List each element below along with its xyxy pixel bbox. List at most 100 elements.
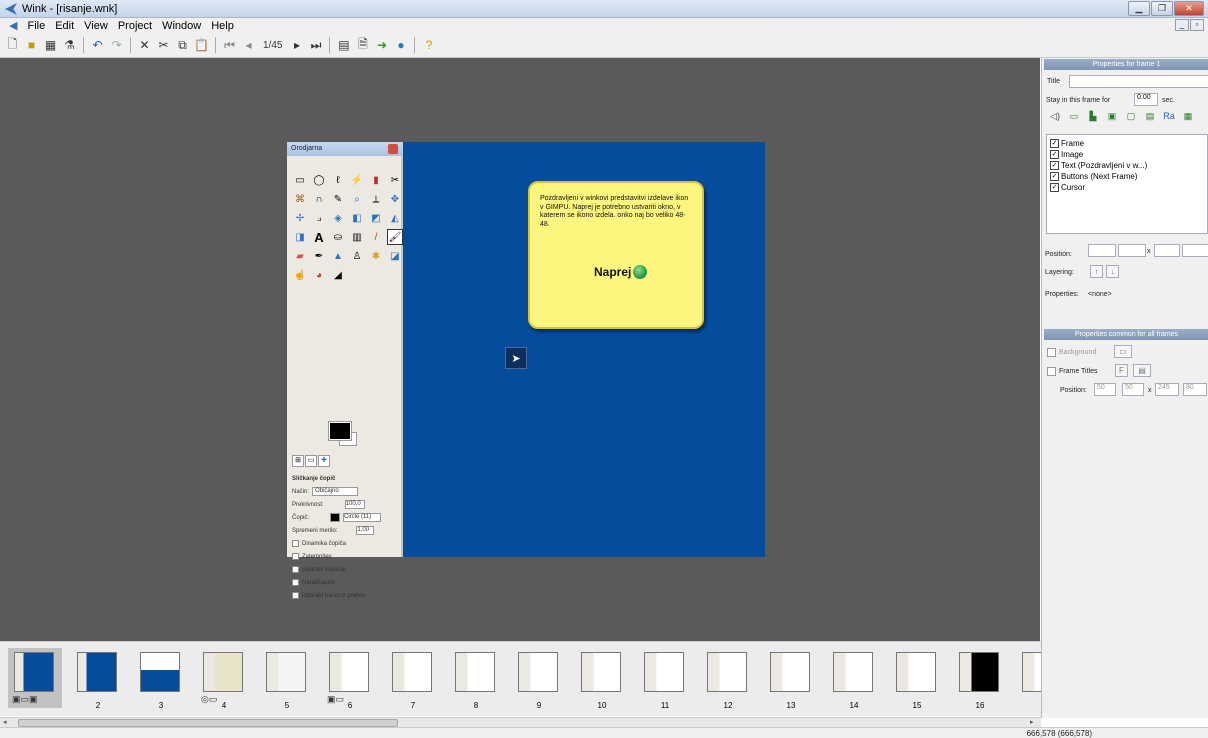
frame-thumbnail-9[interactable]: 9 <box>512 648 566 710</box>
last-frame-icon[interactable]: ⏭ <box>307 37 324 54</box>
document-icon-menu[interactable]: ◀ <box>4 19 22 32</box>
mdi-minimize-button[interactable]: _ <box>1175 19 1189 31</box>
thumbnail-image <box>770 652 810 692</box>
frame-thumbnail-8[interactable]: 8 <box>449 648 503 710</box>
frame-thumbnail-6[interactable]: ▣▭ 6 <box>323 648 377 710</box>
height-input[interactable] <box>1182 244 1208 257</box>
layer-down-button[interactable]: ↓ <box>1106 265 1119 278</box>
brush-label: Čopič: <box>292 514 310 521</box>
font-button[interactable]: F <box>1115 364 1128 377</box>
toolbar-divider <box>329 37 331 53</box>
frame-thumbnail-5[interactable]: 5 <box>260 648 314 710</box>
mode-field: Običajno <box>312 487 359 496</box>
delete-icon[interactable]: ✕ <box>136 37 153 54</box>
common-pos-y-input[interactable]: 50 <box>1122 383 1144 396</box>
redo-icon[interactable]: ↷ <box>108 37 125 54</box>
zoom-icon: ⌕ <box>354 193 360 205</box>
frame-list-icon[interactable]: ▤ <box>335 37 352 54</box>
add-link-icon[interactable]: Ra <box>1162 110 1176 122</box>
airbrush-icon: ✒ <box>314 250 324 262</box>
add-text-box-icon[interactable]: ▭ <box>1067 110 1081 122</box>
width-input[interactable] <box>1154 244 1180 257</box>
frame-titles-checkbox[interactable] <box>1047 367 1056 376</box>
next-frame-button[interactable]: Naprej <box>594 265 648 279</box>
text-callout-box[interactable]: Pozdravljeni v winkovi predstavitvi izde… <box>528 181 704 329</box>
common-width-input[interactable]: 245 <box>1155 383 1179 396</box>
scroll-right-icon[interactable]: ▸ <box>1030 718 1034 726</box>
scroll-left-icon[interactable]: ◂ <box>3 718 7 726</box>
first-frame-icon[interactable]: ⏮ <box>221 37 238 54</box>
common-pos-x-input[interactable]: 50 <box>1094 383 1116 396</box>
maximize-button[interactable]: ❐ <box>1151 1 1173 16</box>
background-image-button[interactable]: ▭ <box>1114 345 1132 358</box>
add-button-icon[interactable]: ▣ <box>1105 110 1119 122</box>
frame-thumbnail-4[interactable]: ◎▭ 4 <box>197 648 251 710</box>
list-item[interactable]: ✓ Cursor <box>1047 182 1207 193</box>
scrollbar-thumb[interactable] <box>18 719 398 727</box>
common-height-input[interactable]: 80 <box>1183 383 1207 396</box>
layer-checkbox[interactable]: ✓ <box>1050 161 1059 170</box>
frame-thumbnail-12[interactable]: 12 <box>701 648 755 710</box>
frame-title-input[interactable] <box>1069 75 1208 88</box>
frame-thumbnail-2[interactable]: 2 <box>71 648 125 710</box>
frame-thumbnail-16[interactable]: 16 <box>953 648 1007 710</box>
position-x-input[interactable] <box>1088 244 1116 257</box>
position-y-input[interactable] <box>1118 244 1146 257</box>
cursor-marker-icon[interactable]: ➤ <box>505 347 527 369</box>
render-arrow-icon[interactable]: ➜ <box>373 37 390 54</box>
add-input-icon[interactable]: ▢ <box>1124 110 1138 122</box>
open-folder-icon[interactable]: ■ <box>23 37 40 54</box>
layer-checkbox[interactable]: ✓ <box>1050 172 1059 181</box>
stay-duration-input[interactable]: 0.00 <box>1134 93 1158 106</box>
frame-thumbnail-1[interactable]: ▣▭▣ <box>8 648 62 708</box>
cut-icon[interactable]: ✂ <box>155 37 172 54</box>
frame-thumbnail-15[interactable]: 15 <box>890 648 944 710</box>
cursor-coordinates: 666,578 (666,578) <box>1026 729 1092 738</box>
minimize-button[interactable]: ▁ <box>1128 1 1150 16</box>
move-icon: ✥ <box>390 193 400 205</box>
copy-icon[interactable]: ⧉ <box>174 37 191 54</box>
undo-icon[interactable]: ↶ <box>89 37 106 54</box>
list-item[interactable]: ✓ Image <box>1047 149 1207 160</box>
frame-thumbnail-13[interactable]: 13 <box>764 648 818 710</box>
layer-checkbox[interactable]: ✓ <box>1050 150 1059 159</box>
background-checkbox[interactable] <box>1047 348 1056 357</box>
wizard-icon[interactable]: ⚗ <box>61 37 78 54</box>
close-button[interactable]: ✕ <box>1174 1 1204 16</box>
add-image-icon[interactable]: ▙ <box>1086 110 1100 122</box>
new-file-icon[interactable]: 🗋 <box>4 37 21 54</box>
frame-thumbnail-10[interactable]: 10 <box>575 648 629 710</box>
menu-view[interactable]: View <box>79 20 113 32</box>
save-icon[interactable]: ▦ <box>42 37 59 54</box>
list-item[interactable]: ✓ Text (Pozdravljeni v w...) <box>1047 160 1207 171</box>
frame-thumbnail-3[interactable]: 3 <box>134 648 188 710</box>
list-item[interactable]: ✓ Buttons (Next Frame) <box>1047 171 1207 182</box>
menu-help[interactable]: Help <box>206 20 239 32</box>
title-color-button[interactable]: ▤ <box>1133 364 1151 377</box>
menu-project[interactable]: Project <box>113 20 157 32</box>
audio-icon[interactable]: ◁) <box>1048 110 1062 122</box>
help-icon[interactable]: ? <box>420 37 437 54</box>
layer-checkbox[interactable]: ✓ <box>1050 139 1059 148</box>
menu-window[interactable]: Window <box>157 20 206 32</box>
frame-thumbnail-17[interactable] <box>1016 648 1041 708</box>
menu-file[interactable]: File <box>22 20 50 32</box>
menu-edit[interactable]: Edit <box>50 20 79 32</box>
layer-checkbox[interactable]: ✓ <box>1050 183 1059 192</box>
mdi-restore-button[interactable]: ▫ <box>1190 19 1204 31</box>
frame-thumbnail-7[interactable]: 7 <box>386 648 440 710</box>
list-item[interactable]: ✓ Frame <box>1047 138 1207 149</box>
add-shape-icon[interactable]: ▤ <box>1143 110 1157 122</box>
layer-up-button[interactable]: ↑ <box>1090 265 1103 278</box>
frame-thumbnail-14[interactable]: 14 <box>827 648 881 710</box>
filmstrip-scrollbar[interactable]: ◂ ▸ <box>0 717 1041 727</box>
preview-icon[interactable]: 🗎 <box>354 37 371 54</box>
add-more-icon[interactable]: ▦ <box>1181 110 1195 122</box>
paste-icon[interactable]: 📋 <box>193 37 210 54</box>
globe-export-icon[interactable]: ● <box>392 37 409 54</box>
frame-items-list[interactable]: ✓ Frame ✓ Image ✓ Text (Pozdravljeni v w...… <box>1046 134 1208 234</box>
align-icon: ✢ <box>295 212 305 224</box>
frame-thumbnail-11[interactable]: 11 <box>638 648 692 710</box>
previous-frame-icon[interactable]: ◂ <box>240 37 257 54</box>
next-frame-icon[interactable]: ▸ <box>288 37 305 54</box>
